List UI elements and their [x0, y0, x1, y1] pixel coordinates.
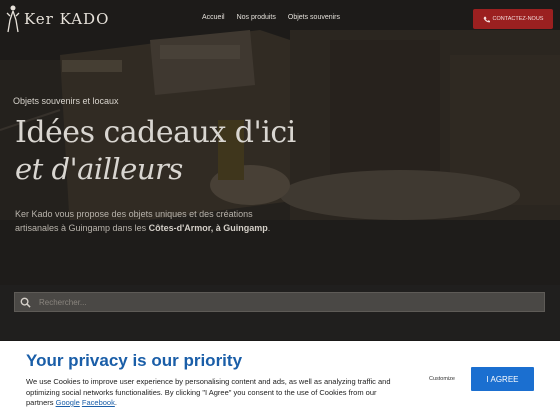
logo-text: Ker KADO [24, 10, 110, 28]
google-link[interactable]: Google [56, 398, 80, 407]
agree-button[interactable]: I AGREE [471, 367, 534, 391]
cookie-text: We use Cookies to improve user experienc… [26, 377, 391, 407]
hero-desc-location: Côtes-d'Armor, à Guingamp [148, 223, 268, 233]
search-bar [14, 292, 545, 312]
nav-item-souvenirs[interactable]: Objets souvenirs [288, 14, 340, 21]
nav-item-accueil[interactable]: Accueil [202, 14, 225, 21]
logo-figure-icon [6, 5, 20, 33]
facebook-link[interactable]: Facebook [82, 398, 115, 407]
cookie-title: Your privacy is our priority [26, 351, 243, 370]
search-input[interactable] [37, 296, 521, 308]
cookie-banner: Your privacy is our priority We use Cook… [0, 341, 560, 420]
contact-button[interactable]: CONTACTEZ-NOUS [473, 9, 553, 29]
hero-desc-suffix: . [267, 223, 271, 233]
hero-title-line2: et d'ailleurs [15, 152, 183, 186]
cookie-body: We use Cookies to improve user experienc… [26, 377, 391, 407]
phone-icon [483, 16, 490, 22]
hero-eyebrow: Objets souvenirs et locaux [13, 96, 119, 106]
customize-button[interactable]: Customize [429, 376, 455, 382]
hero-title-line1: Idées cadeaux d'ici [15, 115, 296, 150]
contact-button-label: CONTACTEZ-NOUS [492, 16, 544, 22]
search-icon [20, 297, 31, 308]
hero-description: Ker Kado vous propose des objets uniques… [15, 207, 285, 235]
nav-item-produits[interactable]: Nos produits [237, 14, 276, 21]
main-nav: Accueil Nos produits Objets souvenirs [202, 14, 340, 21]
hero-section: Ker KADO Accueil Nos produits Objets sou… [0, 0, 560, 340]
site-logo[interactable]: Ker KADO [6, 4, 109, 34]
